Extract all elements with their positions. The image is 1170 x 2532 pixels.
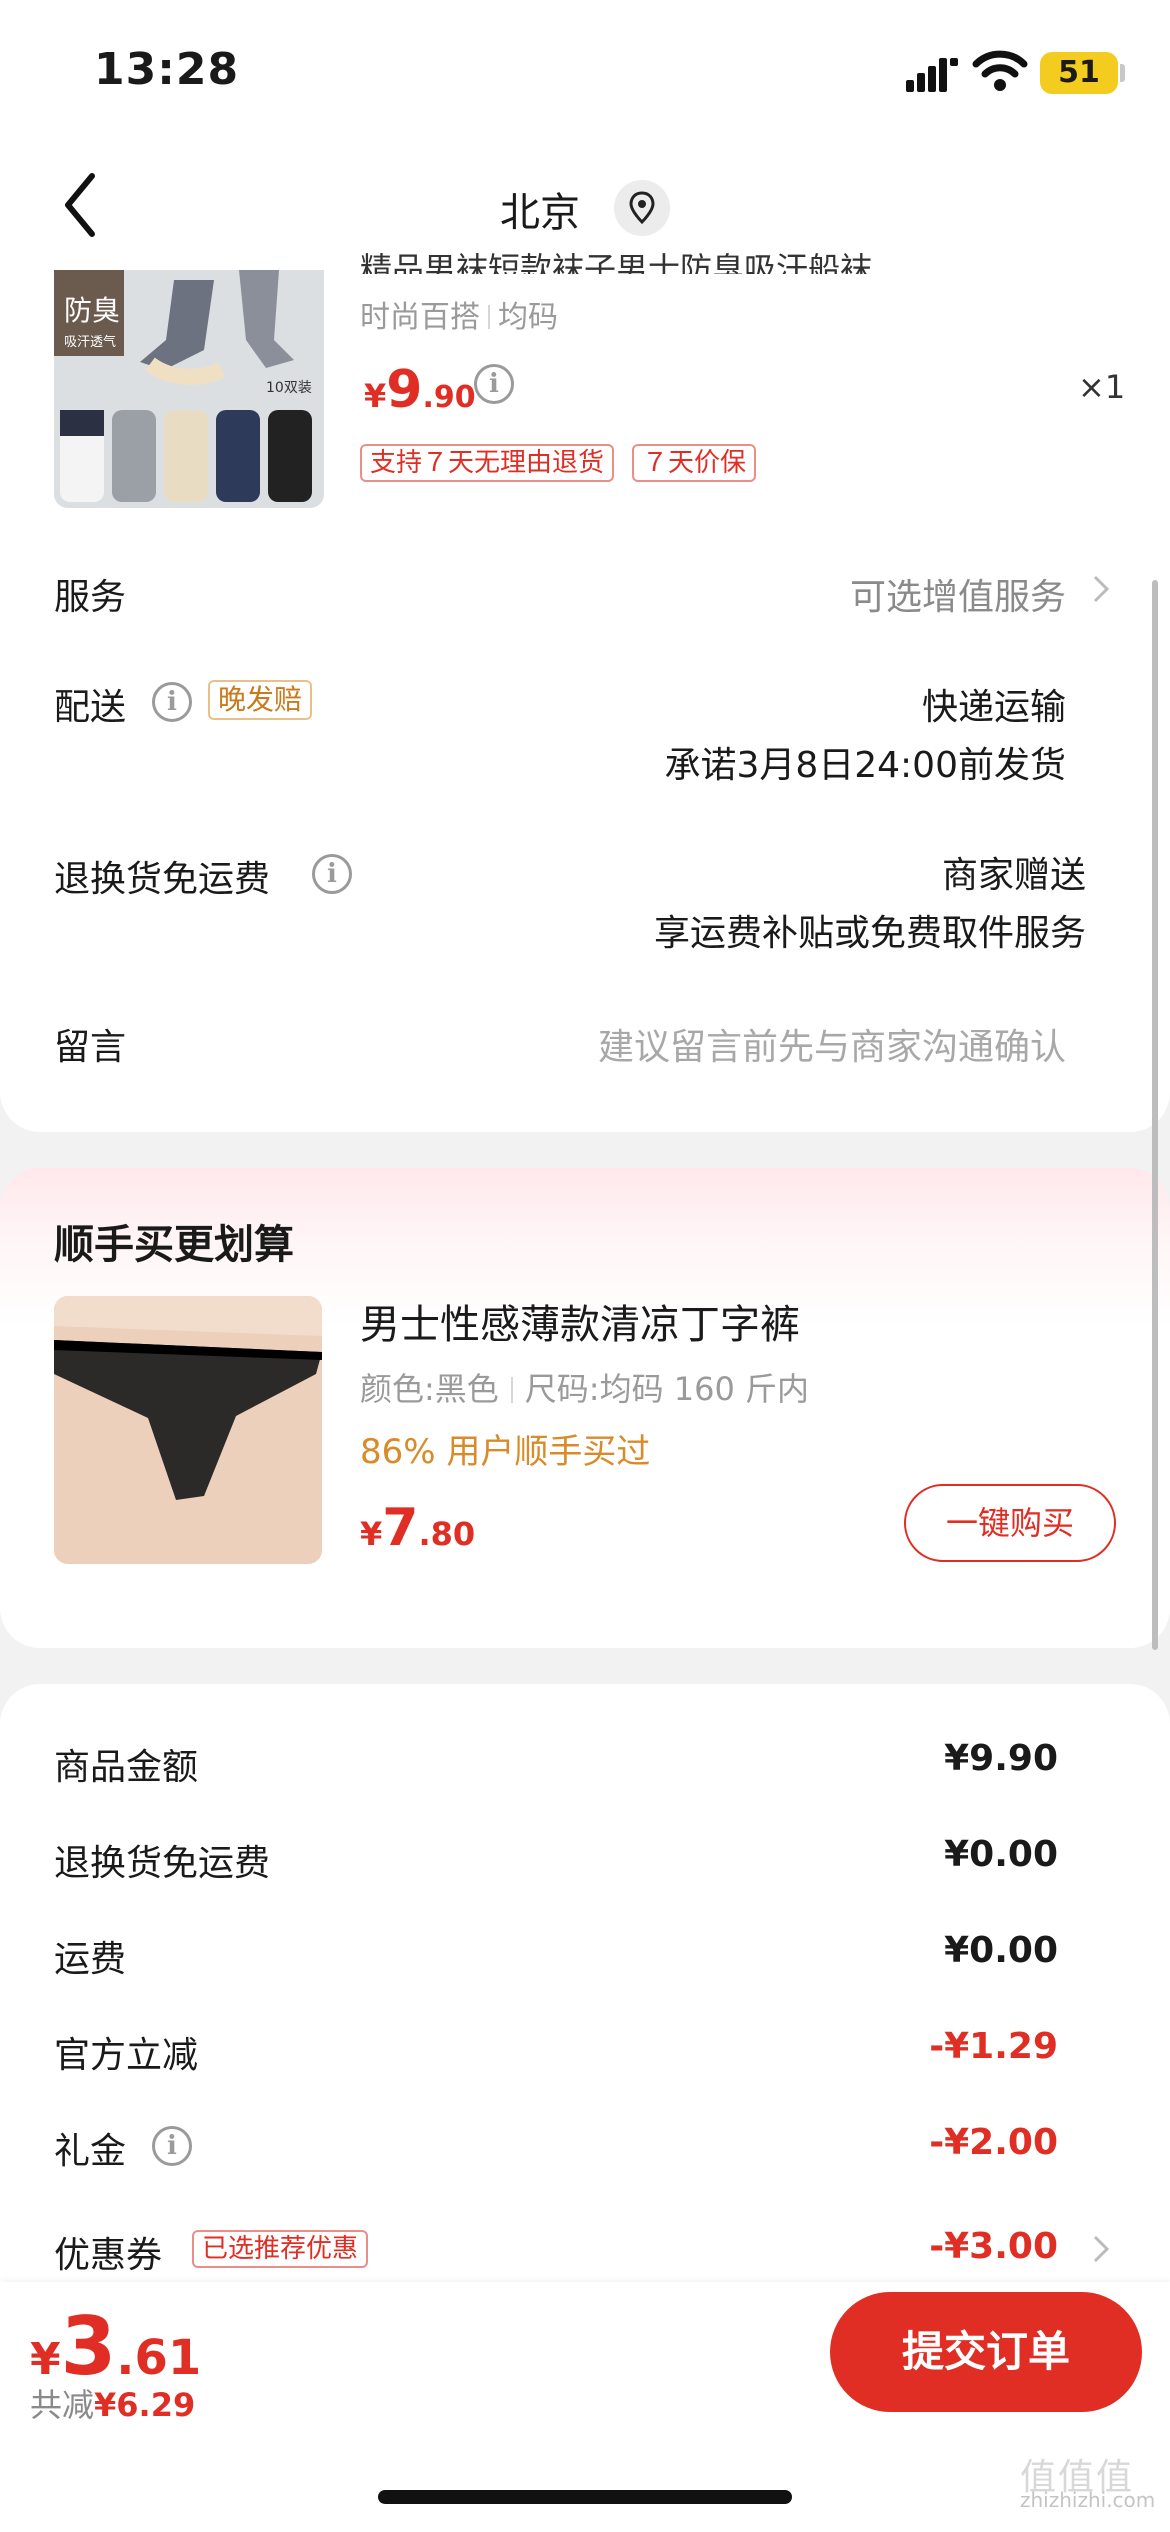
- delivery-label: 配送: [54, 687, 127, 728]
- battery-cap: [1120, 64, 1125, 82]
- underwear-illustration: [54, 1296, 322, 1564]
- summary-label-return-shipping: 退换货免运费: [54, 1843, 271, 1884]
- product-title[interactable]: 精品男袜短款袜子男士防臭吸汗船袜: [360, 244, 872, 274]
- summary-value-return-shipping: ¥0.00: [944, 1834, 1058, 1875]
- saved-label: 共减: [30, 2386, 95, 2424]
- location-pin-icon[interactable]: [614, 180, 670, 236]
- addon-product-spec: 颜色:黑色 尺码:均码 160 斤内: [360, 1364, 809, 1410]
- product-spec-style: 时尚百搭: [360, 300, 480, 335]
- gift-money-info-icon[interactable]: i: [152, 2126, 192, 2166]
- total-decimal: .61: [116, 2330, 202, 2386]
- summary-label-official-discount: 官方立减: [54, 2035, 199, 2076]
- price-info-icon[interactable]: i: [474, 364, 514, 404]
- price-decimal: .80: [418, 1515, 476, 1553]
- summary-value-shipping: ¥0.00: [944, 1930, 1058, 1971]
- price-integer: 9: [386, 360, 423, 420]
- service-label: 服务: [54, 577, 127, 618]
- note-input[interactable]: 建议留言前先与商家沟通确认: [598, 1018, 1066, 1070]
- summary-value-goods: ¥9.90: [944, 1738, 1058, 1779]
- one-click-buy-button[interactable]: 一键购买: [904, 1484, 1116, 1562]
- addon-color: 颜色:黑色: [360, 1370, 499, 1408]
- chevron-right-icon[interactable]: [1092, 574, 1110, 604]
- summary-label-coupon[interactable]: 优惠券: [54, 2226, 162, 2278]
- price-currency: ¥: [364, 377, 387, 415]
- status-time: 13:28: [94, 44, 240, 95]
- watermark-site: zhizhizhi.com: [1020, 2488, 1156, 2512]
- return-policy-tag: 支持７天无理由退货: [360, 444, 615, 482]
- delivery-method: 快递运输: [921, 687, 1066, 728]
- divider: [510, 1377, 513, 1403]
- product-badge: 防臭: [64, 294, 120, 327]
- product-price: ¥9.90: [364, 360, 476, 420]
- product-image[interactable]: 防臭 吸汗透气 10双装: [54, 270, 324, 508]
- socks-illustration: 防臭 吸汗透气 10双装: [54, 270, 324, 508]
- wifi-icon: [972, 50, 1028, 91]
- product-badge-sub: 吸汗透气: [64, 334, 116, 350]
- scrollbar[interactable]: [1152, 580, 1158, 1650]
- return-shipping-value: 商家赠送: [941, 855, 1086, 896]
- home-indicator[interactable]: [378, 2490, 792, 2504]
- free-return-shipping-label: 退换货免运费: [54, 859, 271, 900]
- cellular-signal-icon: [906, 58, 958, 92]
- addon-purchase-rate: 86% 用户顺手买过: [360, 1432, 651, 1472]
- late-compensation-tag: 晚发赔: [208, 680, 313, 720]
- back-arrow-icon[interactable]: [60, 170, 100, 240]
- summary-value-official-discount: -¥1.29: [929, 2026, 1058, 2067]
- price-integer: 7: [382, 1498, 419, 1558]
- coupon-recommended-tag: 已选推荐优惠: [192, 2230, 369, 2268]
- note-label: 留言: [54, 1027, 127, 1068]
- addon-price: ¥7.80: [360, 1498, 475, 1558]
- price-protection-tag: ７天价保: [632, 444, 757, 482]
- delivery-promise: 承诺3月8日24:00前发货: [664, 745, 1066, 786]
- total-saved: 共减¥6.29: [30, 2380, 195, 2426]
- price-currency: ¥: [360, 1515, 383, 1553]
- product-spec-size: 均码: [498, 300, 558, 335]
- total-currency: ¥: [30, 2334, 61, 2385]
- product-pack-label: 10双装: [266, 380, 312, 396]
- summary-value-gift-money: -¥2.00: [929, 2122, 1058, 2163]
- addon-product-image[interactable]: [54, 1296, 322, 1564]
- price-decimal: .90: [422, 380, 476, 415]
- summary-label-shipping: 运费: [54, 1939, 127, 1980]
- service-value[interactable]: 可选增值服务: [850, 568, 1066, 620]
- addon-product-name[interactable]: 男士性感薄款清凉丁字裤: [360, 1292, 800, 1350]
- nav-title-city[interactable]: 北京: [500, 180, 580, 238]
- addon-section-title: 顺手买更划算: [54, 1222, 294, 1268]
- summary-label-goods: 商品金额: [54, 1747, 199, 1788]
- return-shipping-desc: 享运费补贴或免费取件服务: [653, 913, 1086, 954]
- product-quantity: ×1: [1078, 368, 1126, 406]
- saved-value: ¥6.29: [94, 2386, 196, 2424]
- product-spec: 时尚百搭 均码: [360, 292, 558, 336]
- return-info-icon[interactable]: i: [312, 854, 352, 894]
- delivery-info-icon[interactable]: i: [152, 682, 192, 722]
- addon-size: 尺码:均码 160 斤内: [524, 1370, 810, 1408]
- coupon-chevron-right-icon[interactable]: [1092, 2234, 1110, 2264]
- summary-label-gift-money: 礼金: [54, 2131, 127, 2172]
- submit-order-button[interactable]: 提交订单: [830, 2292, 1142, 2412]
- summary-value-coupon[interactable]: -¥3.00: [929, 2226, 1058, 2267]
- divider: [488, 305, 490, 329]
- battery-indicator: 51: [1040, 52, 1118, 94]
